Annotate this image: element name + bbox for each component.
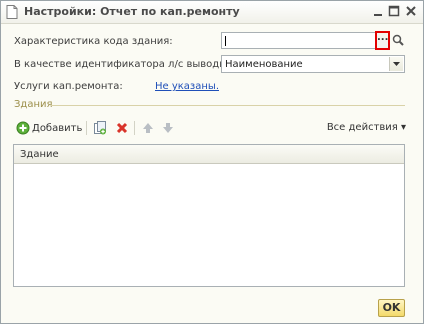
services-label: Услуги кап.ремонта: — [14, 81, 123, 92]
toolbar: Добавить Все действия ▾ — [14, 119, 406, 139]
dropdown-button[interactable] — [389, 57, 403, 71]
search-icon[interactable] — [391, 33, 405, 48]
ellipsis-icon: ... — [377, 32, 389, 43]
text-caret — [225, 36, 226, 46]
move-down-icon[interactable] — [160, 120, 176, 136]
minimize-icon[interactable] — [371, 4, 385, 18]
identifier-value: Наименование — [225, 59, 303, 70]
select-from-list-button[interactable]: ... — [375, 31, 390, 50]
building-code-input[interactable] — [221, 32, 377, 49]
chevron-down-icon — [393, 62, 400, 66]
delete-icon[interactable] — [114, 120, 130, 136]
close-icon[interactable] — [404, 4, 418, 18]
title-bar: Настройки: Отчет по кап.ремонту — [1, 1, 423, 24]
document-icon — [6, 5, 18, 19]
ok-button[interactable]: OK — [378, 299, 405, 317]
all-actions-menu[interactable]: Все действия ▾ — [327, 122, 406, 133]
group-divider — [51, 105, 405, 106]
toolbar-separator — [86, 121, 87, 135]
services-link[interactable]: Не указаны. — [155, 81, 219, 92]
maximize-icon[interactable] — [387, 4, 401, 18]
settings-window: Настройки: Отчет по кап.ремонту Характер… — [0, 0, 424, 324]
identifier-label: В качестве идентификатора л/с выводить: — [14, 59, 241, 70]
table-header: Здание — [14, 145, 404, 164]
plus-circle-icon — [16, 121, 30, 135]
copy-icon[interactable] — [92, 120, 108, 136]
group-title: Здания — [14, 99, 53, 110]
toolbar-separator — [134, 121, 135, 135]
building-code-label: Характеристика кода здания: — [14, 36, 173, 47]
buildings-table[interactable]: Здание — [13, 144, 405, 287]
window-title: Настройки: Отчет по кап.ремонту — [24, 5, 240, 18]
identifier-select[interactable]: Наименование — [221, 55, 405, 73]
column-header-building[interactable]: Здание — [20, 149, 59, 160]
add-button[interactable]: Добавить — [16, 120, 82, 136]
move-up-icon[interactable] — [140, 120, 156, 136]
add-button-label: Добавить — [32, 122, 83, 134]
